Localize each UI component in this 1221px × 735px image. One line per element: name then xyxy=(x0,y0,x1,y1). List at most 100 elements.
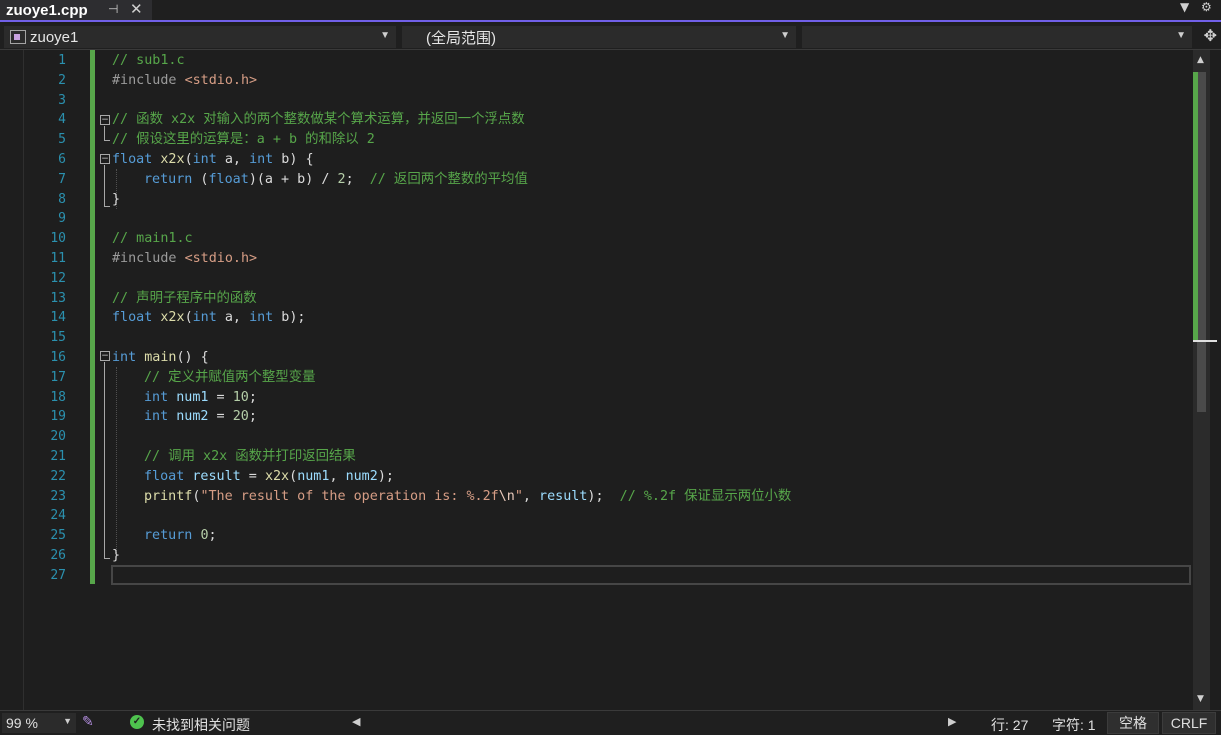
scrollbar-thumb[interactable] xyxy=(1197,72,1206,412)
punct: ; xyxy=(208,528,217,544)
code-line: float x2x(int a, int b) { xyxy=(112,150,314,170)
include-header: <stdio.h> xyxy=(184,251,258,266)
chevron-down-icon: ▼ xyxy=(63,716,72,726)
line-number: 22 xyxy=(50,468,66,484)
pin-icon[interactable]: ⊣ xyxy=(108,2,118,16)
keyword: int xyxy=(144,409,169,425)
outline-line xyxy=(104,126,105,140)
param: a, xyxy=(216,310,250,326)
punct: ; xyxy=(248,389,257,405)
line-number: 17 xyxy=(50,369,66,385)
code-line: printf("The result of the operation is: … xyxy=(144,487,791,507)
collapse-region-icon[interactable]: − xyxy=(100,115,110,125)
param: b) { xyxy=(273,152,314,167)
punct: = xyxy=(208,409,233,425)
split-window-icon[interactable]: ✥ xyxy=(1204,26,1217,45)
comment: // 调用 x2x 函数并打印返回结果 xyxy=(144,449,356,464)
include-header: <stdio.h> xyxy=(184,72,258,88)
issues-status[interactable]: 未找到相关问题 xyxy=(152,715,250,735)
punct: ( xyxy=(192,171,209,187)
function-name: x2x xyxy=(160,152,185,167)
scope-dropdown[interactable]: (全局范围) ▼ xyxy=(402,26,796,48)
gear-icon[interactable]: ⚙ xyxy=(1201,0,1212,14)
line-number: 19 xyxy=(50,409,66,425)
keyword: int xyxy=(192,310,217,326)
line-number: 9 xyxy=(58,211,66,227)
punct: ); xyxy=(587,488,620,504)
scrollbar-caret-marker xyxy=(1193,340,1217,342)
tab-list-dropdown-icon[interactable]: ▼ xyxy=(1180,0,1189,14)
variable: result xyxy=(539,488,588,504)
line-number: 8 xyxy=(58,191,66,207)
punct: ); xyxy=(377,468,394,484)
code-cleanup-icon[interactable]: ✎ xyxy=(82,713,98,731)
keyword: int xyxy=(249,152,274,167)
line-indicator[interactable]: 行: 27 xyxy=(991,715,1028,735)
scroll-down-icon[interactable]: ▼ xyxy=(1197,694,1204,704)
punct: ; xyxy=(345,171,370,187)
line-ending-button[interactable]: CRLF xyxy=(1162,712,1216,734)
whitespace-button[interactable]: 空格 xyxy=(1107,712,1159,734)
code-line: int num1 = 10; xyxy=(144,388,257,408)
keyword: float xyxy=(112,310,153,326)
collapse-region-icon[interactable]: − xyxy=(100,351,110,361)
keyword: int xyxy=(144,389,169,405)
punct: () { xyxy=(176,350,209,365)
keyword: int xyxy=(249,310,274,326)
document-tab[interactable]: zuoye1.cpp ⊣ ✕ xyxy=(0,0,152,20)
variable: num1 xyxy=(297,468,330,484)
punct: = xyxy=(208,389,233,405)
scope-name: (全局范围) xyxy=(426,29,496,47)
project-dropdown[interactable]: zuoye1 ▼ xyxy=(4,26,396,48)
scroll-up-icon[interactable]: ▲ xyxy=(1197,55,1204,65)
code-line: // 定义并赋值两个整型变量 xyxy=(144,368,315,388)
scroll-right-icon[interactable]: ▶ xyxy=(948,715,956,728)
preprocessor: #include xyxy=(112,251,185,266)
scroll-left-icon[interactable]: ◀ xyxy=(352,715,360,728)
collapse-region-icon[interactable]: − xyxy=(100,154,110,164)
navigation-bar: zuoye1 ▼ (全局范围) ▼ ▼ ✥ xyxy=(0,24,1221,50)
line-number: 13 xyxy=(50,290,66,306)
code-line: } xyxy=(112,546,120,566)
punct: ( xyxy=(184,152,193,167)
current-line-highlight xyxy=(111,565,1191,585)
keyword: float xyxy=(112,152,153,167)
keyword: return xyxy=(144,171,193,187)
code-line: int num2 = 20; xyxy=(144,407,257,427)
comment: // 函数 x2x 对输入的两个整数做某个算术运算，并返回一个浮点数 xyxy=(112,112,525,128)
line-number: 5 xyxy=(58,132,66,148)
line-number: 7 xyxy=(58,171,66,187)
editor-status-bar: 99 % ▼ ✎ ✓ 未找到相关问题 ◀ ▶ 行: 27 字符: 1 空格 CR… xyxy=(0,710,1221,735)
line-number: 15 xyxy=(50,330,66,346)
function-name: x2x xyxy=(264,468,290,484)
expression: )(a + b) / xyxy=(248,171,338,187)
zoom-dropdown[interactable]: 99 % ▼ xyxy=(2,713,76,733)
punct: = xyxy=(240,468,265,484)
close-icon[interactable]: ✕ xyxy=(130,0,143,18)
code-editor[interactable]: 1 2 3 4 5 6 7 8 9 10 11 12 13 14 15 16 1… xyxy=(0,50,1221,710)
whitespace-label: 空格 xyxy=(1119,715,1147,731)
line-number: 25 xyxy=(50,528,66,544)
indicator-margin xyxy=(0,50,24,710)
brace: } xyxy=(112,191,121,207)
number: 10 xyxy=(232,389,249,405)
check-circle-icon[interactable]: ✓ xyxy=(130,715,144,729)
indent-guide xyxy=(116,367,117,553)
line-number: 10 xyxy=(50,231,66,247)
line-number: 3 xyxy=(58,92,66,108)
code-line: // sub1.c xyxy=(112,51,185,71)
string: " xyxy=(514,488,523,504)
outline-end xyxy=(104,140,110,141)
code-line: #include <stdio.h> xyxy=(112,249,257,269)
line-number: 16 xyxy=(50,350,66,365)
code-line: // 调用 x2x 函数并打印返回结果 xyxy=(144,447,356,467)
number: 20 xyxy=(232,409,249,425)
vertical-scrollbar[interactable]: ▲ ▼ xyxy=(1193,50,1217,710)
line-number: 23 xyxy=(50,488,66,504)
punct: ( xyxy=(289,468,298,484)
chevron-down-icon: ▼ xyxy=(1176,30,1186,41)
member-dropdown[interactable]: ▼ xyxy=(802,26,1192,48)
line-number: 6 xyxy=(58,152,66,167)
punct: ; xyxy=(248,409,257,425)
char-indicator[interactable]: 字符: 1 xyxy=(1052,715,1096,735)
